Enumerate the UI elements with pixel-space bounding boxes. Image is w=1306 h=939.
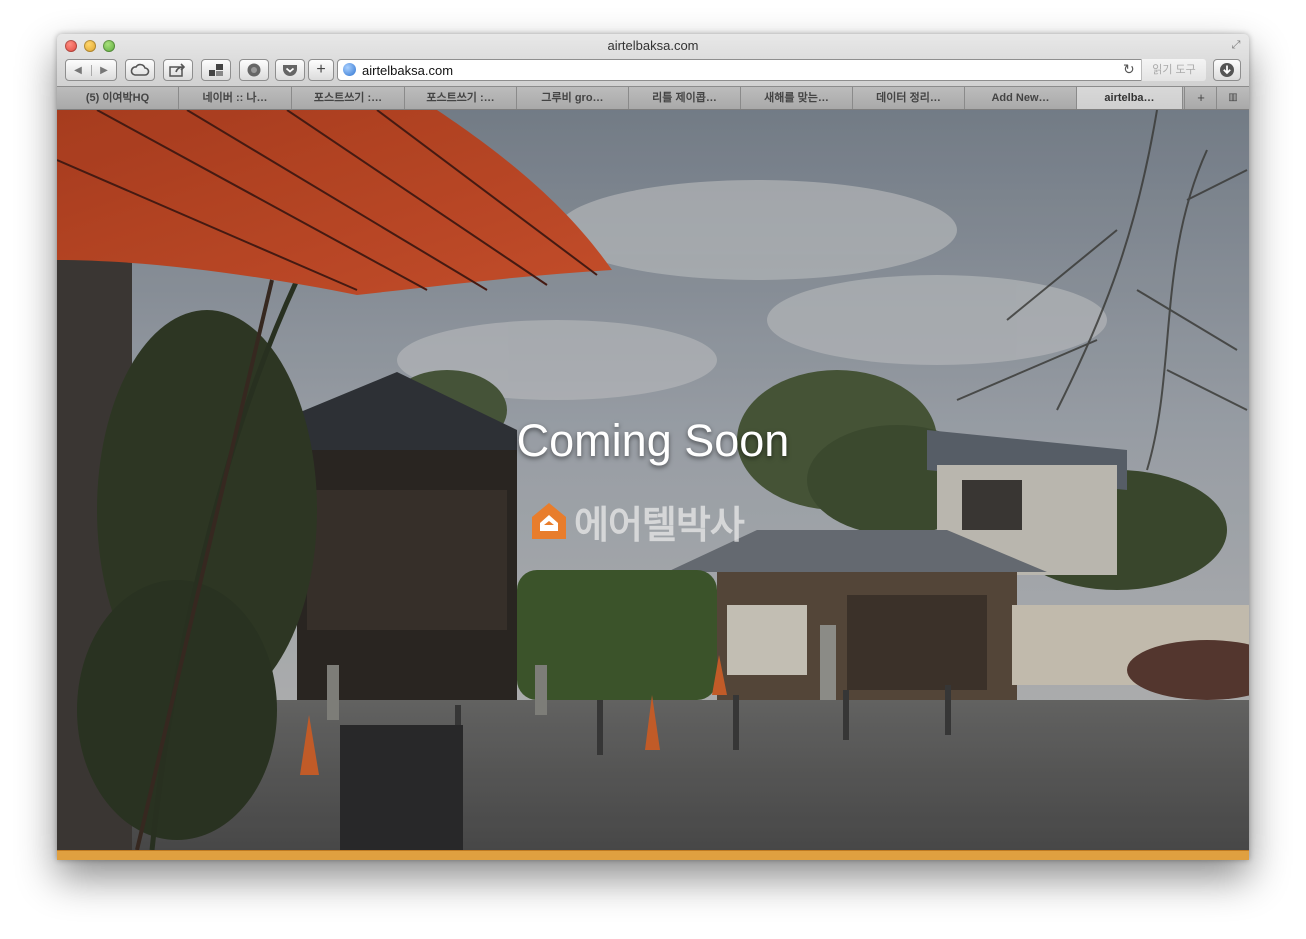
address-bar[interactable]: airtelbaksa.com ↻ 읽기 도구 [337,59,1206,81]
new-tab-icon[interactable]: + [1184,87,1217,109]
tab-6[interactable]: 새해를 맞는… [741,87,853,109]
coming-soon-heading: Coming Soon [516,415,790,466]
toolbar: ◀ ▶ + airtelbaksa.com ↻ 읽기 도구 [57,57,1249,85]
tab-9-active[interactable]: airtelba… [1077,87,1183,109]
globe-icon [343,63,356,76]
tab-label: Add New… [991,92,1050,104]
top-sites-icon [209,64,223,76]
reader-button[interactable]: 읽기 도구 [1141,59,1206,81]
reload-icon[interactable]: ↻ [1123,61,1135,78]
top-sites-button[interactable] [201,59,231,81]
download-icon [1220,63,1234,77]
address-url[interactable]: airtelbaksa.com [362,63,453,78]
tab-label: 그루비 gro… [541,92,604,104]
add-bookmark-button[interactable]: + [308,59,334,81]
tab-label: (5) 이여박HQ [85,92,150,104]
extension-icon [247,63,261,77]
tab-overview-icon[interactable]: ▥ [1216,87,1249,109]
back-arrow-icon[interactable]: ◀ [66,65,91,76]
tab-4[interactable]: 그루비 gro… [517,87,629,109]
fullscreen-icon[interactable]: ⤢ [1229,38,1243,52]
share-button[interactable] [163,59,193,81]
pocket-button[interactable] [275,59,305,81]
tab-label: 포스트쓰기 :… [313,92,383,104]
browser-window: airtelbaksa.com ⤢ ◀ ▶ + airtelbaksa.com … [57,34,1249,860]
dark-overlay [57,110,1249,850]
downloads-button[interactable] [1213,59,1241,81]
tab-label: 네이버 :: 나… [202,92,268,104]
tab-3[interactable]: 포스트쓰기 :… [405,87,517,109]
tab-label: airtelba… [1104,92,1155,104]
accent-footer-bar [57,850,1249,860]
brand-name: 에어텔박사 [574,502,745,547]
cloud-icon [130,63,150,76]
back-forward-control: ◀ ▶ [65,59,117,81]
page-content: Coming Soon 에어텔박사 [57,110,1249,850]
tab-5[interactable]: 리틀 제이콥… [629,87,741,109]
tab-bar: (5) 이여박HQ 네이버 :: 나… 포스트쓰기 :… 포스트쓰기 :… 그루… [57,86,1249,110]
extension-button[interactable] [239,59,269,81]
tab-label: 포스트쓰기 :… [426,92,495,104]
tab-2[interactable]: 포스트쓰기 :… [292,87,405,109]
house-logo-icon [530,501,568,541]
tab-7[interactable]: 데이터 정리… [853,87,965,109]
share-icon [169,63,186,77]
tab-label: 리틀 제이콥… [652,92,717,104]
tab-1[interactable]: 네이버 :: 나… [179,87,292,109]
tab-8[interactable]: Add New… [965,87,1077,109]
pocket-icon [283,65,297,76]
icloud-tabs-button[interactable] [125,59,155,81]
title-bar: airtelbaksa.com ⤢ ◀ ▶ + airtelbaksa.com … [57,34,1249,91]
tab-label: 데이터 정리… [876,92,941,104]
brand-logo[interactable]: 에어텔박사 [530,498,745,547]
plus-icon: + [316,61,326,78]
forward-arrow-icon[interactable]: ▶ [90,64,117,76]
tab-label: 새해를 맞는… [764,92,829,104]
tab-0[interactable]: (5) 이여박HQ [57,87,179,109]
window-title: airtelbaksa.com [607,38,699,53]
